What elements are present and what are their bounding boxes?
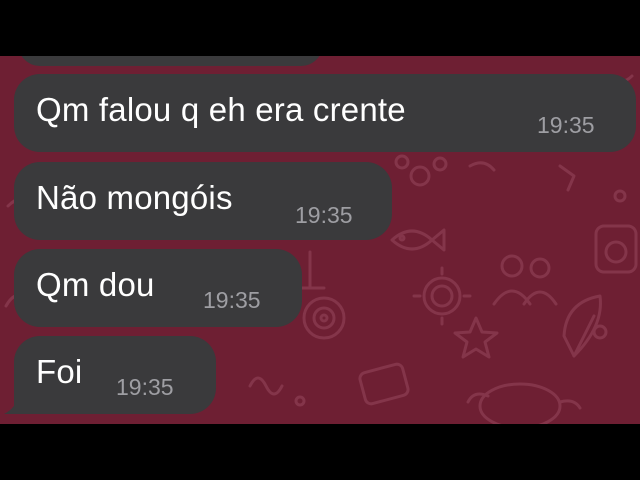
ticket-icon (358, 362, 410, 406)
record-icon (302, 296, 346, 340)
message-timestamp: 19:35 (537, 112, 595, 138)
message-bubble[interactable]: Foi 19:35 (14, 336, 216, 414)
message-text: Qm falou q eh era crente (36, 91, 406, 128)
leaf-icon (562, 294, 602, 358)
message-timestamp: 19:35 (295, 202, 353, 228)
message-timestamp: 19:35 (203, 287, 261, 313)
message-bubble-partial[interactable] (18, 56, 323, 66)
chat-message-list[interactable]: Qm falou q eh era crente 19:35 Não mongó… (0, 56, 640, 424)
message-text: Qm dou (36, 266, 155, 303)
message-text: Foi (36, 353, 83, 390)
message-timestamp: 19:35 (116, 374, 174, 400)
message-bubble[interactable]: Qm falou q eh era crente 19:35 (14, 74, 636, 152)
paw-icon (394, 154, 448, 187)
users-icon (492, 254, 558, 306)
message-bubble[interactable]: Qm dou 19:35 (14, 249, 302, 327)
turtle-icon (466, 382, 582, 424)
camera-icon (594, 224, 638, 274)
gear-icon (412, 266, 472, 326)
fish-icon (390, 228, 446, 252)
message-bubble[interactable]: Não mongóis 19:35 (14, 162, 392, 240)
star-icon (453, 316, 499, 359)
message-text: Não mongóis (36, 179, 233, 216)
phone-screen: Qm falou q eh era crente 19:35 Não mongó… (0, 0, 640, 480)
